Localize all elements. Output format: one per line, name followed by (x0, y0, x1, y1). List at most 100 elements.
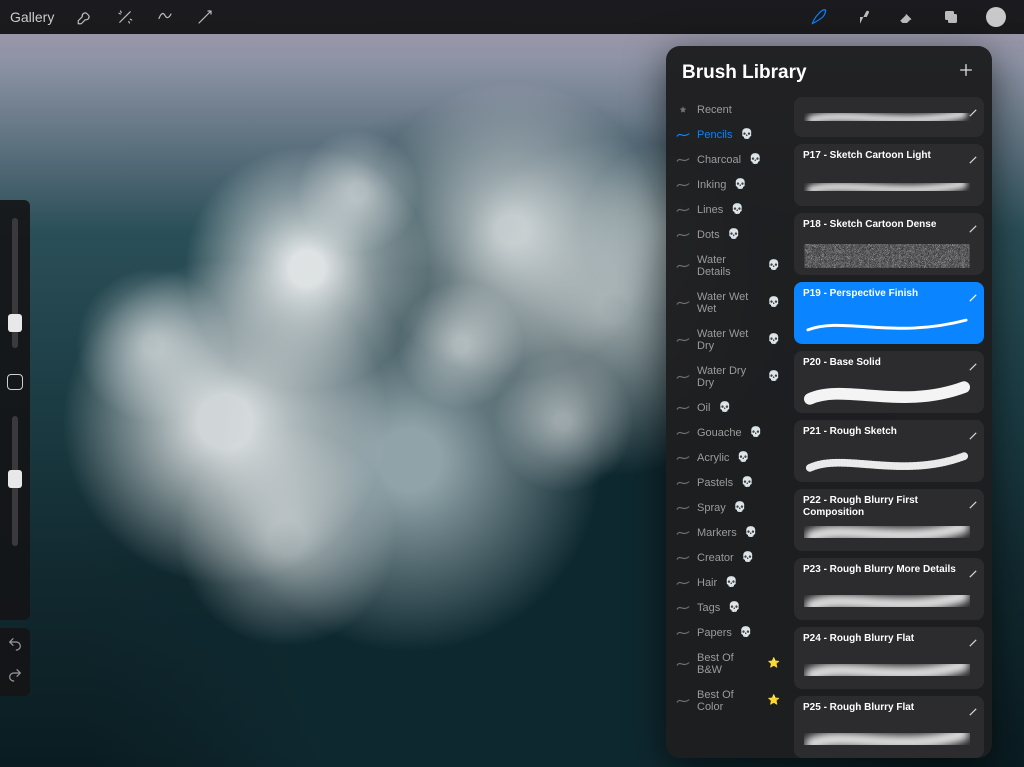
selection-icon[interactable] (156, 8, 174, 26)
category-label: Best Of B&W (697, 652, 760, 676)
brush-name: P24 - Rough Blurry Flat (803, 633, 975, 645)
category-label: Pencils (697, 129, 732, 141)
brush-category-spray[interactable]: Spray💀 (666, 495, 788, 520)
brush-category-pencils[interactable]: Pencils💀 (666, 122, 788, 147)
category-label: Papers (697, 627, 732, 639)
brush-item[interactable]: P17 - Sketch Cartoon Light (794, 144, 984, 206)
add-brush-icon[interactable] (956, 60, 976, 85)
brush-item[interactable]: P21 - Rough Sketch (794, 420, 984, 482)
brush-stroke-icon (676, 478, 690, 488)
apple-pencil-icon (969, 634, 977, 642)
brush-category-lines[interactable]: Lines💀 (666, 197, 788, 222)
brush-category-water-wet-dry[interactable]: Water Wet Dry 💀 (666, 321, 788, 358)
brush-stroke-icon (676, 130, 690, 140)
brush-category-acrylic[interactable]: Acrylic💀 (666, 445, 788, 470)
brush-icon[interactable] (810, 8, 828, 26)
category-badge: 💀 (745, 527, 757, 538)
brush-item[interactable]: P25 - Rough Blurry Flat (794, 696, 984, 758)
category-badge: 💀 (731, 204, 743, 215)
category-badge: 💀 (725, 577, 737, 588)
category-badge: 💀 (718, 402, 730, 413)
brush-stroke-icon (676, 453, 690, 463)
category-badge: 💀 (768, 334, 780, 345)
undo-redo-bar (0, 628, 30, 696)
undo-icon[interactable] (7, 636, 23, 657)
modify-button[interactable] (7, 374, 23, 390)
brush-list[interactable]: P17 - Sketch Cartoon Light P18 - Sketch C… (788, 95, 992, 758)
brush-category-pastels[interactable]: Pastels💀 (666, 470, 788, 495)
brush-item[interactable]: P22 - Rough Blurry First Composition (794, 489, 984, 551)
wand-icon[interactable] (116, 8, 134, 26)
brush-category-best-of-color[interactable]: Best Of Color⭐ (666, 682, 788, 719)
brush-stroke-icon (676, 205, 690, 215)
brush-category-creator[interactable]: Creator 💀 (666, 545, 788, 570)
brush-name: P19 - Perspective Finish (803, 288, 975, 300)
gallery-button[interactable]: Gallery (10, 9, 54, 25)
brush-stroke-icon (676, 155, 690, 165)
wrench-icon[interactable] (76, 8, 94, 26)
brush-size-slider[interactable] (12, 218, 18, 348)
brush-category-inking[interactable]: Inking💀 (666, 172, 788, 197)
brush-category-water-wet-wet[interactable]: Water Wet Wet💀 (666, 284, 788, 321)
brush-stroke-icon (676, 180, 690, 190)
brush-preview (804, 101, 970, 133)
redo-icon[interactable] (7, 667, 23, 688)
brush-category-water-dry-dry[interactable]: Water Dry Dry💀 (666, 358, 788, 395)
category-label: Water Details (697, 254, 760, 278)
brush-stroke-icon (676, 628, 690, 638)
brush-category-dots[interactable]: Dots 💀 (666, 222, 788, 247)
brush-stroke-icon (676, 659, 690, 669)
brush-item[interactable] (794, 97, 984, 137)
brush-preview (804, 243, 970, 269)
category-badge: 💀 (768, 260, 780, 271)
category-label: Dots (697, 229, 720, 241)
brush-category-markers[interactable]: Markers💀 (666, 520, 788, 545)
category-label: Inking (697, 179, 726, 191)
brush-category-gouache[interactable]: Gouache💀 (666, 420, 788, 445)
brush-category-best-of-b-w[interactable]: Best Of B&W ⭐ (666, 645, 788, 682)
eraser-icon[interactable] (898, 8, 916, 26)
category-label: Best Of Color (697, 689, 760, 713)
brush-category-charcoal[interactable]: Charcoal💀 (666, 147, 788, 172)
brush-preview (804, 588, 970, 614)
category-label: Creator (697, 552, 734, 564)
brush-item[interactable]: P18 - Sketch Cartoon Dense (794, 213, 984, 275)
category-badge: ⭐ (768, 658, 780, 669)
category-badge: 💀 (728, 229, 740, 240)
brush-opacity-slider[interactable] (12, 416, 18, 546)
apple-pencil-icon (969, 358, 977, 366)
brush-category-recent[interactable]: Recent (666, 97, 788, 122)
brush-stroke-icon (676, 696, 690, 706)
brush-item[interactable]: P24 - Rough Blurry Flat (794, 627, 984, 689)
brush-name: P17 - Sketch Cartoon Light (803, 150, 975, 162)
apple-pencil-icon (969, 289, 977, 297)
brush-stroke-icon (676, 553, 690, 563)
brush-category-papers[interactable]: Papers💀 (666, 620, 788, 645)
category-badge: 💀 (768, 371, 780, 382)
category-badge: 💀 (742, 552, 754, 563)
layers-icon[interactable] (942, 8, 960, 26)
brush-stroke-icon (676, 261, 690, 271)
category-label: Pastels (697, 477, 733, 489)
apple-pencil-icon (969, 703, 977, 711)
brush-item[interactable]: P23 - Rough Blurry More Details (794, 558, 984, 620)
brush-stroke-icon (676, 578, 690, 588)
brush-category-oil[interactable]: Oil💀 (666, 395, 788, 420)
transform-icon[interactable] (196, 8, 214, 26)
color-picker-button[interactable] (986, 7, 1006, 27)
category-label: Charcoal (697, 154, 741, 166)
brush-item[interactable]: P20 - Base Solid (794, 351, 984, 413)
brush-item[interactable]: P19 - Perspective Finish (794, 282, 984, 344)
category-label: Spray (697, 502, 726, 514)
brush-category-water-details[interactable]: Water Details 💀 (666, 247, 788, 284)
apple-pencil-icon (969, 565, 977, 573)
brush-name: P25 - Rough Blurry Flat (803, 702, 975, 714)
brush-stroke-icon (676, 603, 690, 613)
brush-preview (804, 657, 970, 683)
category-label: Water Wet Dry (697, 328, 760, 352)
apple-pencil-icon (969, 427, 977, 435)
brush-category-hair[interactable]: Hair💀 (666, 570, 788, 595)
brush-category-list[interactable]: RecentPencils💀Charcoal💀Inking💀Lines💀Dots… (666, 95, 788, 758)
brush-category-tags[interactable]: Tags💀 (666, 595, 788, 620)
smudge-icon[interactable] (854, 8, 872, 26)
